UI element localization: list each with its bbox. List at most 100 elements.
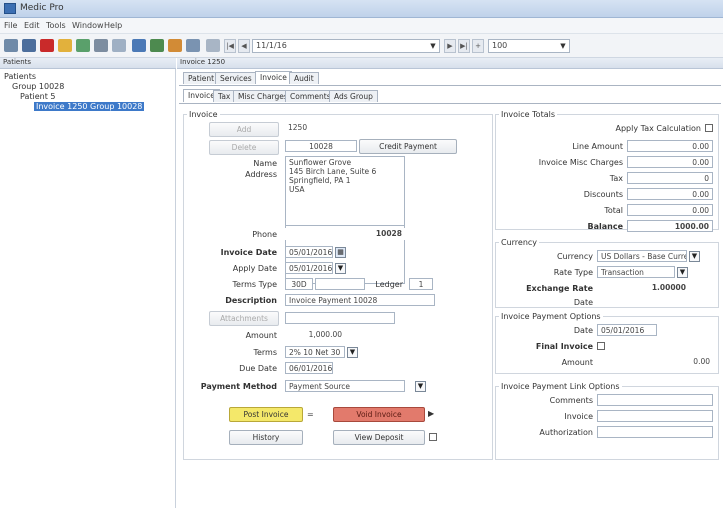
undo-icon[interactable] — [186, 39, 200, 52]
menu-file[interactable]: File — [4, 21, 17, 30]
phone-value: 10028 — [285, 228, 405, 240]
tab-patient[interactable]: Patient — [183, 72, 220, 84]
link-invoice-field[interactable] — [597, 410, 713, 422]
description-field[interactable]: Invoice Payment 10028 — [285, 294, 435, 306]
terms-type-field-2[interactable] — [315, 278, 365, 290]
link-comments-field[interactable] — [597, 394, 713, 406]
exchange-rate-label: Exchange Rate — [526, 284, 593, 293]
chevron-down-icon[interactable]: ▼ — [428, 41, 438, 51]
address-label: Address — [245, 170, 277, 179]
menu-window[interactable]: Window — [72, 21, 104, 30]
chevron-down-icon[interactable]: ▼ — [347, 347, 358, 358]
address-field[interactable]: Sunflower Grove 145 Birch Lane, Suite 6 … — [285, 156, 405, 226]
view-deposit-checkbox[interactable] — [429, 433, 437, 441]
name-label: Name — [253, 159, 277, 168]
delete-button[interactable]: Delete — [209, 140, 279, 155]
tree-item-invoice[interactable]: Invoice 1250 Group 10028 — [34, 102, 145, 111]
total-label: Total — [604, 206, 623, 215]
link-authorization-field[interactable] — [597, 426, 713, 438]
chevron-down-icon[interactable]: ▼ — [335, 263, 346, 274]
apply-tax-checkbox[interactable] — [705, 124, 713, 132]
tax-label: Tax — [609, 174, 623, 183]
subtab-misc-charges[interactable]: Misc Charges — [233, 90, 293, 102]
menu-help[interactable]: Help — [104, 21, 122, 30]
post-invoice-button[interactable]: Post Invoice — [229, 407, 303, 422]
void-invoice-button[interactable]: Void Invoice — [333, 407, 425, 422]
line-amount-label: Line Amount — [572, 142, 623, 151]
terms-field[interactable]: 2% 10 Net 30 — [285, 346, 345, 358]
folder-icon[interactable] — [58, 39, 72, 52]
chevron-down-icon[interactable]: ▼ — [677, 267, 688, 278]
payment-date-field[interactable]: 05/01/2016 — [597, 324, 657, 336]
last-record-icon[interactable]: ▶| — [458, 39, 470, 53]
tab-audit[interactable]: Audit — [289, 72, 319, 84]
credit-payment-button[interactable]: Credit Payment — [359, 139, 457, 154]
detail-pane: Invoice 1250 Patient Services Invoice Au… — [177, 58, 723, 508]
terms-type-label: Terms Type — [232, 280, 277, 289]
payment-amount-value: 0.00 — [597, 356, 713, 368]
link-comments-label: Comments — [549, 396, 593, 405]
view-combo[interactable]: 100 ▼ — [488, 39, 570, 53]
terms-type-field[interactable]: 30D — [285, 278, 313, 290]
tax-value: 0 — [627, 172, 713, 184]
attachments-button[interactable]: Attachments — [209, 311, 279, 326]
first-record-icon[interactable]: |◀ — [224, 39, 236, 53]
payment-date-label: Date — [573, 326, 593, 335]
print-icon[interactable] — [94, 39, 108, 52]
detail-header: Invoice 1250 — [177, 58, 723, 69]
prev-record-icon[interactable]: ◀ — [238, 39, 250, 53]
new-icon[interactable] — [4, 39, 18, 52]
chevron-down-icon[interactable]: ▼ — [689, 251, 700, 262]
line-amount-value: 0.00 — [627, 140, 713, 152]
copy-icon[interactable] — [150, 39, 164, 52]
tree-item-patients[interactable]: Patients — [4, 72, 36, 81]
id-field[interactable]: 10028 — [285, 140, 357, 152]
due-date-field[interactable]: 06/01/2016 — [285, 362, 333, 374]
currency-field[interactable]: US Dollars - Base Currency — [597, 250, 687, 262]
chevron-down-icon[interactable]: ▼ — [415, 381, 426, 392]
balance-label: Balance — [587, 222, 624, 231]
ledger-field[interactable]: 1 — [409, 278, 433, 290]
rate-type-field[interactable]: Transaction — [597, 266, 675, 278]
link-authorization-label: Authorization — [539, 428, 593, 437]
exchange-rate-value: 1.00000 — [597, 282, 689, 294]
paste-icon[interactable] — [168, 39, 182, 52]
cut-icon[interactable] — [132, 39, 146, 52]
currency-group-label: Currency — [499, 238, 540, 247]
menu-edit[interactable]: Edit — [24, 21, 40, 30]
final-invoice-checkbox[interactable] — [597, 342, 605, 350]
check-icon[interactable] — [112, 39, 126, 52]
date-combo[interactable]: 11/1/16 ▼ — [252, 39, 440, 53]
calendar-icon[interactable]: ▦ — [335, 247, 346, 258]
tab-invoice[interactable]: Invoice — [255, 71, 292, 84]
navigation-pane: Patients Patients Group 10028 Patient 5 … — [0, 58, 176, 508]
tree-item-group[interactable]: Group 10028 — [12, 82, 64, 91]
chevron-down-icon[interactable]: ▼ — [558, 41, 568, 51]
amount-label: Amount — [245, 331, 277, 340]
rate-date-label: Date — [573, 298, 593, 307]
apply-date-field[interactable]: 05/01/2016 — [285, 262, 333, 274]
discounts-value: 0.00 — [627, 188, 713, 200]
total-value: 0.00 — [627, 204, 713, 216]
apply-date-label: Apply Date — [232, 264, 277, 273]
history-button[interactable]: History — [229, 430, 303, 445]
find-icon[interactable] — [206, 39, 220, 52]
new-record-icon[interactable]: + — [472, 39, 484, 53]
menu-tools[interactable]: Tools — [46, 21, 66, 30]
invoice-group-label: Invoice — [187, 110, 220, 119]
next-record-icon[interactable]: ▶ — [444, 39, 456, 53]
attachments-field[interactable] — [285, 312, 395, 324]
view-deposit-button[interactable]: View Deposit — [333, 430, 425, 445]
subtab-ads-group[interactable]: Ads Group — [329, 90, 378, 102]
payment-method-field[interactable]: Payment Source — [285, 380, 405, 392]
tree-item-patient[interactable]: Patient 5 — [20, 92, 56, 101]
save-icon[interactable] — [22, 39, 36, 52]
invoice-number: 1250 — [285, 122, 329, 134]
invoice-date-field[interactable]: 05/01/2016 — [285, 246, 333, 258]
refresh-icon[interactable] — [76, 39, 90, 52]
add-button[interactable]: Add — [209, 122, 279, 137]
amount-value: 1,000.00 — [285, 329, 345, 341]
tab-services[interactable]: Services — [215, 72, 257, 84]
terms-label: Terms — [253, 348, 277, 357]
delete-icon[interactable] — [40, 39, 54, 52]
